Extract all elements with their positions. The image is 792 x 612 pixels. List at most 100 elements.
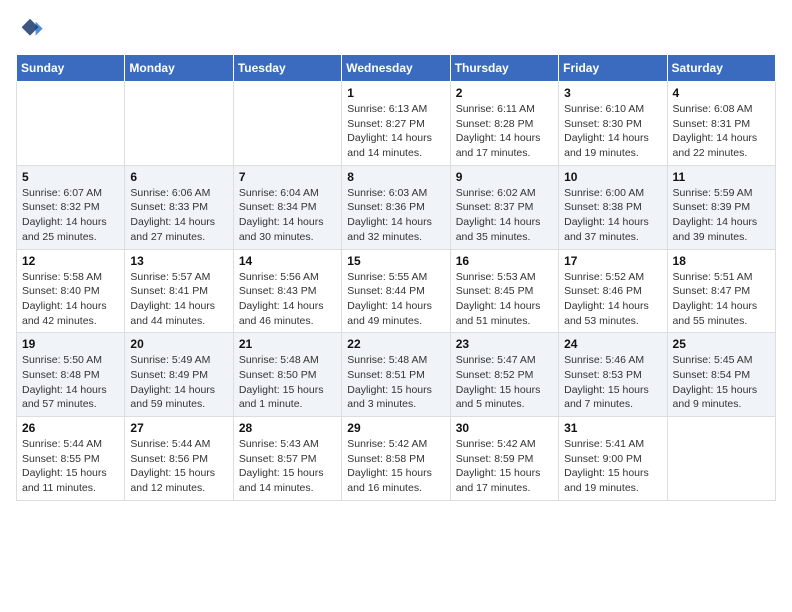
calendar-cell: 9Sunrise: 6:02 AM Sunset: 8:37 PM Daylig… — [450, 165, 558, 249]
day-number: 7 — [239, 170, 336, 184]
day-detail: Sunrise: 5:52 AM Sunset: 8:46 PM Dayligh… — [564, 270, 661, 329]
day-number: 26 — [22, 421, 119, 435]
day-detail: Sunrise: 5:47 AM Sunset: 8:52 PM Dayligh… — [456, 353, 553, 412]
day-detail: Sunrise: 5:44 AM Sunset: 8:56 PM Dayligh… — [130, 437, 227, 496]
calendar-cell: 20 Sunrise: 5:49 AM Sunset: 8:49 PM Dayli… — [125, 333, 233, 417]
calendar-cell: 16 Sunrise: 5:53 AM Sunset: 8:45 PM Dayli… — [450, 249, 558, 333]
calendar-week-row: 12 Sunrise: 5:58 AM Sunset: 8:40 PM Dayli… — [17, 249, 776, 333]
calendar-cell: 25 Sunrise: 5:45 AM Sunset: 8:54 PM Dayli… — [667, 333, 775, 417]
day-number: 22 — [347, 337, 444, 351]
calendar-cell: 19Sunrise: 5:50 AM Sunset: 8:48 PM Dayli… — [17, 333, 125, 417]
day-detail: Sunrise: 5:41 AM Sunset: 9:00 PM Dayligh… — [564, 437, 661, 496]
day-detail: Sunrise: 5:46 AM Sunset: 8:53 PM Dayligh… — [564, 353, 661, 412]
day-header-sunday: Sunday — [17, 55, 125, 82]
calendar-cell: 1 Sunrise: 6:13 AM Sunset: 8:27 PM Daylig… — [342, 82, 450, 166]
day-detail: Sunrise: 5:45 AM Sunset: 8:54 PM Dayligh… — [673, 353, 770, 412]
day-number: 19 — [22, 337, 119, 351]
logo — [16, 16, 48, 44]
day-header-thursday: Thursday — [450, 55, 558, 82]
day-number: 12 — [22, 254, 119, 268]
calendar-cell: 15 Sunrise: 5:55 AM Sunset: 8:44 PM Dayli… — [342, 249, 450, 333]
day-number: 13 — [130, 254, 227, 268]
calendar-table: SundayMondayTuesdayWednesdayThursdayFrid… — [16, 54, 776, 501]
calendar-week-row: 19Sunrise: 5:50 AM Sunset: 8:48 PM Dayli… — [17, 333, 776, 417]
calendar-cell: 31 Sunrise: 5:41 AM Sunset: 9:00 PM Dayli… — [559, 417, 667, 501]
calendar-cell: 24 Sunrise: 5:46 AM Sunset: 8:53 PM Dayli… — [559, 333, 667, 417]
calendar-cell: 13 Sunrise: 5:57 AM Sunset: 8:41 PM Dayli… — [125, 249, 233, 333]
day-detail: Sunrise: 5:42 AM Sunset: 8:58 PM Dayligh… — [347, 437, 444, 496]
day-number: 2 — [456, 86, 553, 100]
day-detail: Sunrise: 5:48 AM Sunset: 8:51 PM Dayligh… — [347, 353, 444, 412]
calendar-cell: 4 Sunrise: 6:08 AM Sunset: 8:31 PM Daylig… — [667, 82, 775, 166]
logo-icon — [16, 16, 44, 44]
day-detail: Sunrise: 6:04 AM Sunset: 8:34 PM Dayligh… — [239, 186, 336, 245]
day-header-monday: Monday — [125, 55, 233, 82]
day-detail: Sunrise: 5:57 AM Sunset: 8:41 PM Dayligh… — [130, 270, 227, 329]
day-detail: Sunrise: 5:51 AM Sunset: 8:47 PM Dayligh… — [673, 270, 770, 329]
day-detail: Sunrise: 5:44 AM Sunset: 8:55 PM Dayligh… — [22, 437, 119, 496]
day-detail: Sunrise: 5:53 AM Sunset: 8:45 PM Dayligh… — [456, 270, 553, 329]
day-number: 25 — [673, 337, 770, 351]
page-header — [16, 16, 776, 44]
day-number: 20 — [130, 337, 227, 351]
day-detail: Sunrise: 5:58 AM Sunset: 8:40 PM Dayligh… — [22, 270, 119, 329]
day-detail: Sunrise: 6:03 AM Sunset: 8:36 PM Dayligh… — [347, 186, 444, 245]
calendar-week-row: 1 Sunrise: 6:13 AM Sunset: 8:27 PM Daylig… — [17, 82, 776, 166]
day-detail: Sunrise: 6:07 AM Sunset: 8:32 PM Dayligh… — [22, 186, 119, 245]
calendar-cell: 14 Sunrise: 5:56 AM Sunset: 8:43 PM Dayli… — [233, 249, 341, 333]
day-number: 8 — [347, 170, 444, 184]
day-number: 15 — [347, 254, 444, 268]
day-detail: Sunrise: 5:49 AM Sunset: 8:49 PM Dayligh… — [130, 353, 227, 412]
calendar-cell: 8 Sunrise: 6:03 AM Sunset: 8:36 PM Daylig… — [342, 165, 450, 249]
day-number: 28 — [239, 421, 336, 435]
calendar-cell: 26 Sunrise: 5:44 AM Sunset: 8:55 PM Dayli… — [17, 417, 125, 501]
day-number: 24 — [564, 337, 661, 351]
day-number: 18 — [673, 254, 770, 268]
day-number: 31 — [564, 421, 661, 435]
calendar-cell: 30Sunrise: 5:42 AM Sunset: 8:59 PM Dayli… — [450, 417, 558, 501]
day-number: 17 — [564, 254, 661, 268]
calendar-header-row: SundayMondayTuesdayWednesdayThursdayFrid… — [17, 55, 776, 82]
day-number: 30 — [456, 421, 553, 435]
day-number: 1 — [347, 86, 444, 100]
day-number: 11 — [673, 170, 770, 184]
day-number: 3 — [564, 86, 661, 100]
day-number: 29 — [347, 421, 444, 435]
day-number: 16 — [456, 254, 553, 268]
calendar-cell: 10 Sunrise: 6:00 AM Sunset: 8:38 PM Dayli… — [559, 165, 667, 249]
day-detail: Sunrise: 6:00 AM Sunset: 8:38 PM Dayligh… — [564, 186, 661, 245]
calendar-cell: 23Sunrise: 5:47 AM Sunset: 8:52 PM Dayli… — [450, 333, 558, 417]
calendar-cell: 27 Sunrise: 5:44 AM Sunset: 8:56 PM Dayli… — [125, 417, 233, 501]
calendar-cell — [233, 82, 341, 166]
day-header-tuesday: Tuesday — [233, 55, 341, 82]
calendar-cell: 3 Sunrise: 6:10 AM Sunset: 8:30 PM Daylig… — [559, 82, 667, 166]
day-number: 14 — [239, 254, 336, 268]
calendar-cell: 18 Sunrise: 5:51 AM Sunset: 8:47 PM Dayli… — [667, 249, 775, 333]
day-detail: Sunrise: 6:08 AM Sunset: 8:31 PM Dayligh… — [673, 102, 770, 161]
day-detail: Sunrise: 6:10 AM Sunset: 8:30 PM Dayligh… — [564, 102, 661, 161]
calendar-week-row: 5 Sunrise: 6:07 AM Sunset: 8:32 PM Daylig… — [17, 165, 776, 249]
calendar-cell: 12 Sunrise: 5:58 AM Sunset: 8:40 PM Dayli… — [17, 249, 125, 333]
calendar-cell — [17, 82, 125, 166]
calendar-cell: 7 Sunrise: 6:04 AM Sunset: 8:34 PM Daylig… — [233, 165, 341, 249]
day-number: 9 — [456, 170, 553, 184]
calendar-cell: 2Sunrise: 6:11 AM Sunset: 8:28 PM Daylig… — [450, 82, 558, 166]
day-detail: Sunrise: 6:13 AM Sunset: 8:27 PM Dayligh… — [347, 102, 444, 161]
calendar-cell: 5 Sunrise: 6:07 AM Sunset: 8:32 PM Daylig… — [17, 165, 125, 249]
calendar-cell — [125, 82, 233, 166]
day-number: 27 — [130, 421, 227, 435]
calendar-cell — [667, 417, 775, 501]
day-number: 6 — [130, 170, 227, 184]
day-header-saturday: Saturday — [667, 55, 775, 82]
day-number: 5 — [22, 170, 119, 184]
day-number: 4 — [673, 86, 770, 100]
calendar-cell: 17 Sunrise: 5:52 AM Sunset: 8:46 PM Dayli… — [559, 249, 667, 333]
day-detail: Sunrise: 6:06 AM Sunset: 8:33 PM Dayligh… — [130, 186, 227, 245]
day-detail: Sunrise: 5:56 AM Sunset: 8:43 PM Dayligh… — [239, 270, 336, 329]
day-detail: Sunrise: 5:59 AM Sunset: 8:39 PM Dayligh… — [673, 186, 770, 245]
day-number: 10 — [564, 170, 661, 184]
day-detail: Sunrise: 5:55 AM Sunset: 8:44 PM Dayligh… — [347, 270, 444, 329]
day-number: 21 — [239, 337, 336, 351]
calendar-cell: 28Sunrise: 5:43 AM Sunset: 8:57 PM Dayli… — [233, 417, 341, 501]
calendar-cell: 29 Sunrise: 5:42 AM Sunset: 8:58 PM Dayli… — [342, 417, 450, 501]
